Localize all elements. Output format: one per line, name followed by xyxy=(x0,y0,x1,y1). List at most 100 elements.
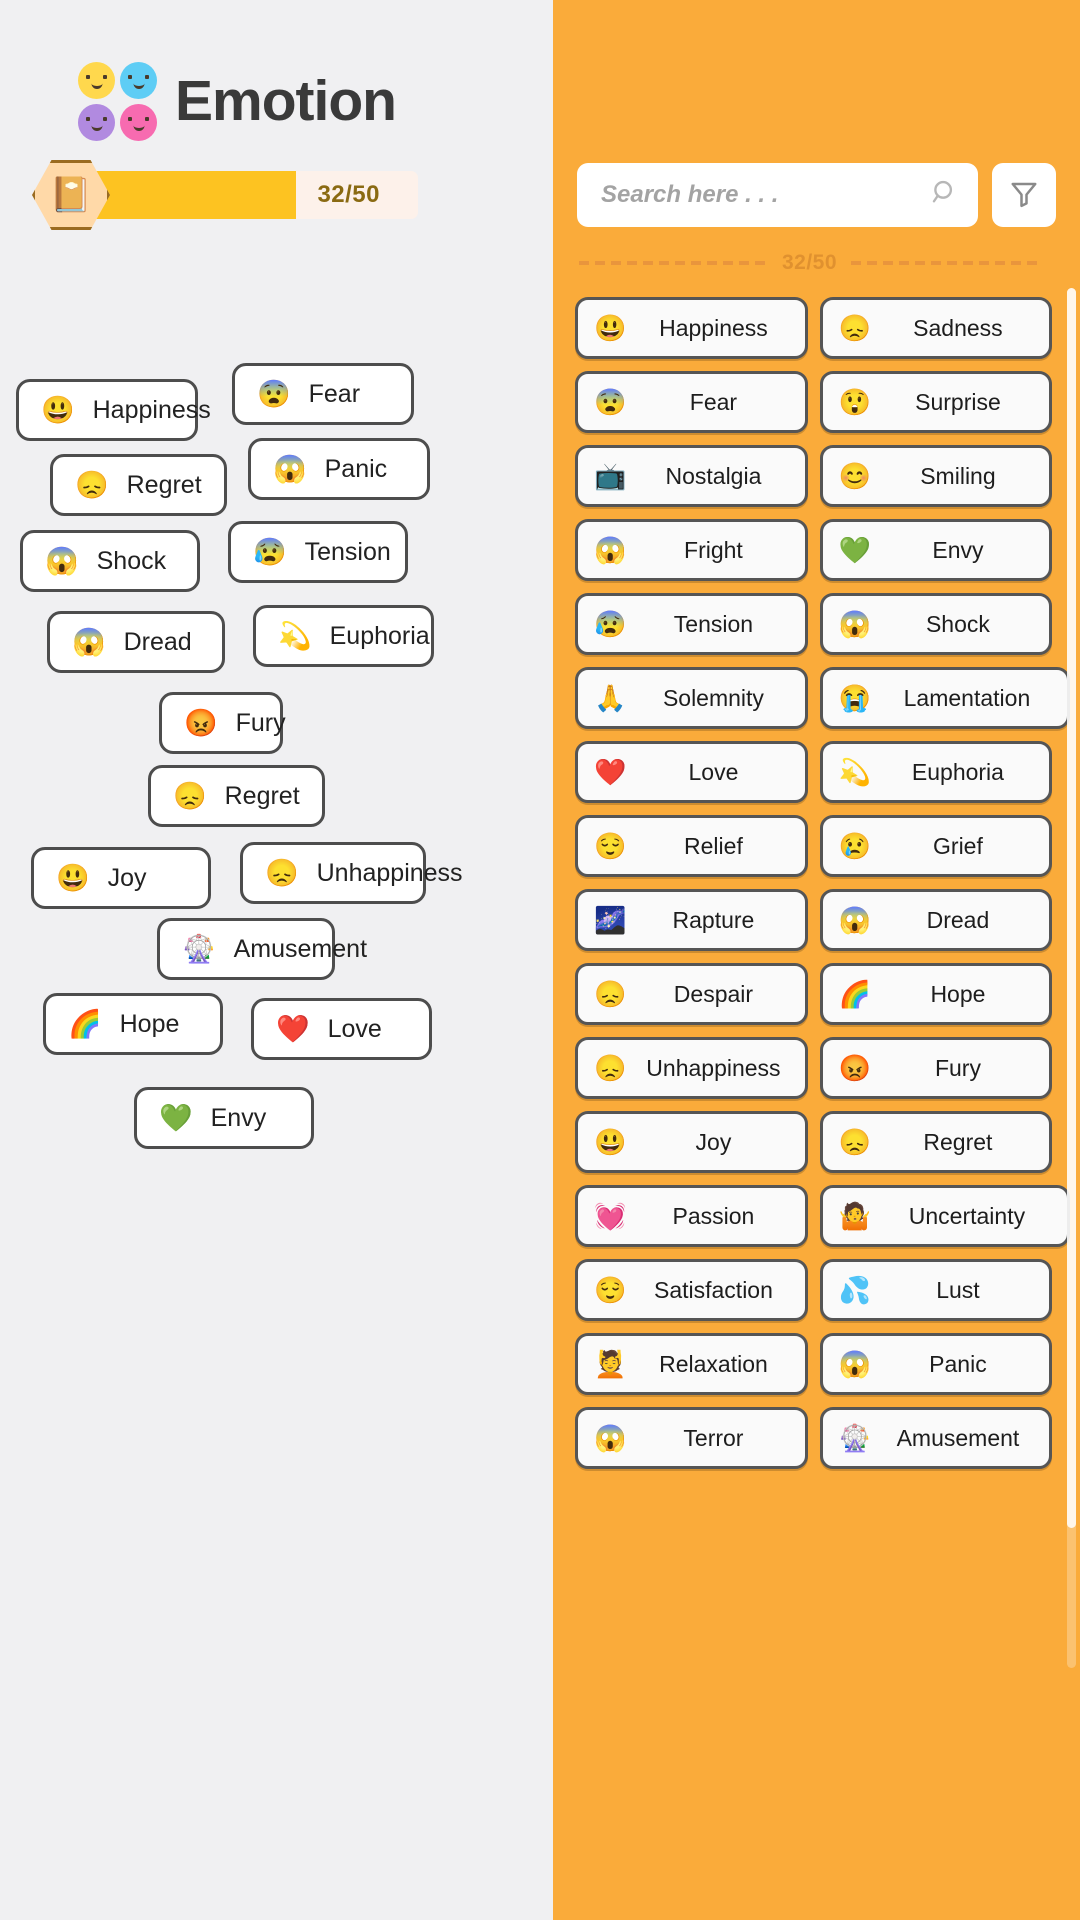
chip-emoji-icon: 😱 xyxy=(72,626,106,657)
library-chip[interactable]: 😢 Grief xyxy=(819,815,1052,877)
library-chip[interactable]: 😃 Joy xyxy=(575,1111,808,1173)
chip-emoji-icon: 😞 xyxy=(838,313,871,343)
library-chip[interactable]: 😲 Surprise xyxy=(819,371,1052,433)
chip-emoji-icon: 😱 xyxy=(273,453,307,484)
selected-chip[interactable]: 💫 Euphoria xyxy=(253,605,434,667)
chip-label: Hope xyxy=(119,1009,180,1038)
chip-label: Nostalgia xyxy=(665,462,762,489)
chip-label: Happiness xyxy=(92,395,211,424)
chip-emoji-icon: 😰 xyxy=(594,609,627,639)
chip-label: Unhappiness xyxy=(646,1054,781,1081)
progress-label: 32/50 xyxy=(317,181,380,208)
selected-chip[interactable]: 😃 Joy xyxy=(31,847,211,909)
chip-emoji-icon: 😌 xyxy=(594,1275,627,1305)
library-chip[interactable]: 😱 Terror xyxy=(575,1407,808,1469)
chip-emoji-icon: 💚 xyxy=(838,535,871,565)
library-chip[interactable]: 😱 Dread xyxy=(819,889,1052,951)
library-chip[interactable]: 😡 Fury xyxy=(819,1037,1052,1099)
chip-label: Passion xyxy=(672,1202,755,1229)
divider-dash-left xyxy=(579,261,768,265)
pink-face-icon xyxy=(120,104,157,141)
chip-label: Envy xyxy=(210,1103,267,1132)
library-chip[interactable]: ❤️ Love xyxy=(575,741,808,803)
library-chip[interactable]: 😭 Lamentation xyxy=(819,667,1070,729)
chip-emoji-icon: 📺 xyxy=(594,461,627,491)
library-chip[interactable]: 🌌 Rapture xyxy=(575,889,808,951)
chip-label: Panic xyxy=(324,454,388,483)
selected-chip[interactable]: 😱 Dread xyxy=(47,611,225,673)
chip-emoji-icon: 🌈 xyxy=(68,1008,102,1039)
chip-emoji-icon: 😌 xyxy=(594,831,627,861)
selected-chip[interactable]: 😃 Happiness xyxy=(16,379,211,441)
library-chip[interactable]: 😰 Tension xyxy=(575,593,808,655)
chip-label: Despair xyxy=(673,980,754,1007)
selected-chip[interactable]: 💚 Envy xyxy=(134,1087,314,1149)
chip-label: Hope xyxy=(930,980,986,1007)
search-box[interactable] xyxy=(577,163,978,227)
selected-chip[interactable]: 😨 Fear xyxy=(232,363,414,425)
library-chip[interactable]: 😱 Shock xyxy=(819,593,1052,655)
chip-label: Joy xyxy=(695,1128,732,1155)
chip-label: Surprise xyxy=(915,388,1001,415)
library-chip[interactable]: 😃 Happiness xyxy=(575,297,808,359)
chip-emoji-icon: ❤️ xyxy=(594,757,627,787)
library-chip[interactable]: 😞 Unhappiness xyxy=(575,1037,808,1099)
library-chip[interactable]: 🎡 Amusement xyxy=(819,1407,1052,1469)
chip-emoji-icon: 🙏 xyxy=(594,683,627,713)
selected-chip[interactable]: 😞 Unhappiness xyxy=(240,842,463,904)
chip-emoji-icon: 😊 xyxy=(838,461,871,491)
library-chip[interactable]: 😨 Fear xyxy=(575,371,808,433)
chip-emoji-icon: 💆 xyxy=(594,1349,627,1379)
scrollbar-track[interactable] xyxy=(1067,288,1076,1668)
blue-face-icon xyxy=(120,62,157,99)
search-icon[interactable] xyxy=(930,178,960,213)
search-input[interactable] xyxy=(601,181,930,209)
selected-chip[interactable]: 😱 Shock xyxy=(20,530,200,592)
chip-label: Regret xyxy=(224,781,300,810)
library-chip[interactable]: 😞 Sadness xyxy=(819,297,1052,359)
chip-emoji-icon: 😃 xyxy=(56,862,90,893)
chip-label: Panic xyxy=(929,1350,987,1377)
chip-emoji-icon: 😞 xyxy=(838,1127,871,1157)
library-chip[interactable]: 😞 Despair xyxy=(575,963,808,1025)
selected-chip[interactable]: ❤️ Love xyxy=(251,998,432,1060)
selected-chip[interactable]: 😰 Tension xyxy=(228,521,408,583)
chip-emoji-icon: 😭 xyxy=(838,683,871,713)
chip-label: Uncertainty xyxy=(908,1202,1026,1229)
selected-chip[interactable]: 😞 Regret xyxy=(50,454,227,516)
library-chip[interactable]: 🌈 Hope xyxy=(819,963,1052,1025)
selected-chip[interactable]: 😞 Regret xyxy=(148,765,325,827)
library-chip[interactable]: 😱 Panic xyxy=(819,1333,1052,1395)
selected-chip[interactable]: 🌈 Hope xyxy=(43,993,223,1055)
chip-emoji-icon: 💚 xyxy=(159,1102,193,1133)
library-chip[interactable]: 😱 Fright xyxy=(575,519,808,581)
library-chip[interactable]: 💆 Relaxation xyxy=(575,1333,808,1395)
emotion-grid: 😃 Happiness 😞 Sadness 😨 Fear 😲 Surprise 📺 Nostalg… xyxy=(553,275,1080,1469)
filter-button[interactable] xyxy=(992,163,1056,227)
library-chip[interactable]: 🙏 Solemnity xyxy=(575,667,808,729)
selected-chip[interactable]: 😱 Panic xyxy=(248,438,430,500)
chip-label: Tension xyxy=(304,537,391,566)
library-chip[interactable]: 😌 Satisfaction xyxy=(575,1259,808,1321)
selected-chip[interactable]: 🎡 Amusement xyxy=(157,918,367,980)
library-chip[interactable]: 😞 Regret xyxy=(819,1111,1052,1173)
library-chip[interactable]: 😌 Relief xyxy=(575,815,808,877)
library-chip[interactable]: 💚 Envy xyxy=(819,519,1052,581)
chip-label: Relaxation xyxy=(659,1350,768,1377)
chip-label: Dread xyxy=(926,906,990,933)
chip-label: Lamentation xyxy=(903,684,1031,711)
library-chip[interactable]: 🤷 Uncertainty xyxy=(819,1185,1070,1247)
library-chip[interactable]: 💓 Passion xyxy=(575,1185,808,1247)
scrollbar-thumb[interactable] xyxy=(1067,288,1076,1528)
library-chip[interactable]: 📺 Nostalgia xyxy=(575,445,808,507)
chip-emoji-icon: 😞 xyxy=(594,1053,627,1083)
library-chip[interactable]: 💫 Euphoria xyxy=(819,741,1052,803)
chip-emoji-icon: 🤷 xyxy=(838,1201,871,1231)
selected-chip[interactable]: 😡 Fury xyxy=(159,692,286,754)
progress-track: 32/50 xyxy=(78,171,418,219)
chip-emoji-icon: ❤️ xyxy=(276,1013,310,1044)
library-chip[interactable]: 💦 Lust xyxy=(819,1259,1052,1321)
library-chip[interactable]: 😊 Smiling xyxy=(819,445,1052,507)
chip-emoji-icon: 😃 xyxy=(594,313,627,343)
chip-emoji-icon: 💫 xyxy=(278,620,312,651)
